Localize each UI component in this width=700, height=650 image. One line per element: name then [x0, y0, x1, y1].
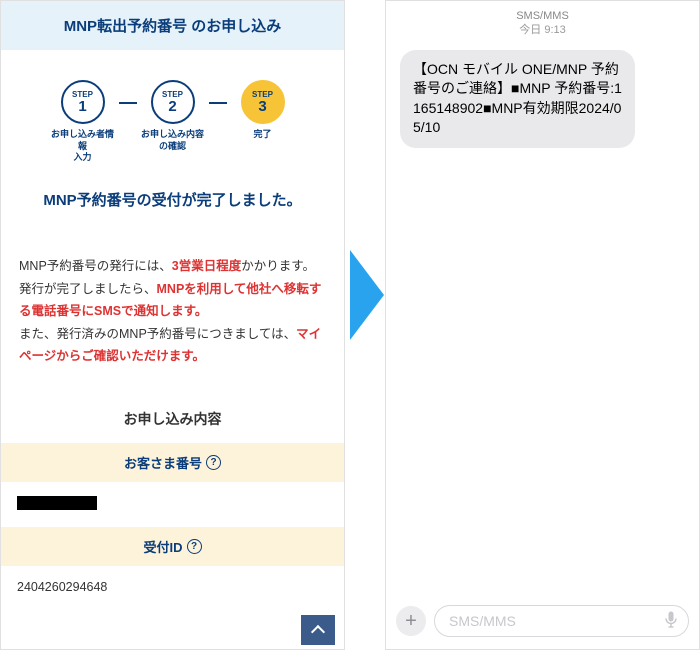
completion-message: MNP予約番号の受付が完了しました。 [11, 189, 334, 210]
sms-compose-row: + SMS/MMS [386, 597, 699, 649]
step-2: STEP 2 お申し込み内容 の確認 [137, 80, 209, 152]
add-attachment-button[interactable]: + [396, 606, 426, 636]
redacted-value [17, 496, 97, 510]
step-connector [119, 102, 137, 104]
receipt-id-value: 2404260294648 [1, 566, 344, 608]
microphone-icon[interactable] [664, 611, 678, 632]
step-connector [209, 102, 227, 104]
step-1-circle: STEP 1 [61, 80, 105, 124]
sms-message-bubble[interactable]: 【OCN モバイル ONE/MNP 予約番号のご連絡】■MNP 予約番号:116… [400, 50, 635, 148]
step-3: STEP 3 完了 [227, 80, 299, 141]
sms-header: SMS/MMS 今日 9:13 [386, 1, 699, 44]
page-title: MNP転出予約番号 のお申し込み [1, 1, 344, 50]
chevron-up-icon [311, 625, 325, 639]
sms-panel: SMS/MMS 今日 9:13 【OCN モバイル ONE/MNP 予約番号のご… [385, 0, 700, 650]
customer-number-header: お客さま番号 ? [1, 443, 344, 482]
notice-text: MNP予約番号の発行には、3営業日程度かかります。 発行が完了しましたら、MNP… [1, 255, 344, 393]
progress-steps: STEP 1 お申し込み者情 報 入力 STEP 2 お申し込み内容 の確認 S… [1, 80, 344, 164]
mnp-application-panel: MNP転出予約番号 のお申し込み STEP 1 お申し込み者情 報 入力 STE… [0, 0, 345, 650]
step-1: STEP 1 お申し込み者情 報 入力 [47, 80, 119, 164]
receipt-id-header: 受付ID ? [1, 527, 344, 566]
help-icon[interactable]: ? [206, 455, 221, 470]
help-icon[interactable]: ? [187, 539, 202, 554]
scroll-top-button[interactable] [301, 615, 335, 645]
section-title-application: お申し込み内容 [1, 393, 344, 443]
step-3-circle: STEP 3 [241, 80, 285, 124]
sms-text-input[interactable]: SMS/MMS [434, 605, 689, 637]
customer-number-value [1, 482, 344, 527]
plus-icon: + [405, 611, 417, 631]
step-2-circle: STEP 2 [151, 80, 195, 124]
